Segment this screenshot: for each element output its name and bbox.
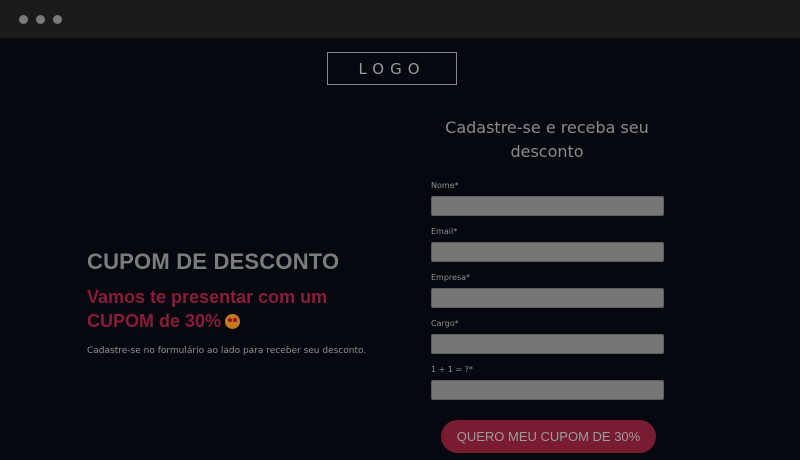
email-input[interactable]: [431, 242, 664, 262]
logo: LOGO: [327, 52, 457, 85]
window-close-dot-icon[interactable]: [19, 15, 28, 24]
subheadline-text: Vamos te presentar com um CUPOM de 30%: [87, 287, 328, 331]
name-input[interactable]: [431, 196, 664, 216]
company-label: Empresa*: [431, 273, 471, 282]
page-headline: CUPOM DE DESCONTO: [87, 249, 340, 274]
submit-coupon-button[interactable]: QUERO MEU CUPOM DE 30%: [441, 420, 656, 453]
window-maximize-dot-icon[interactable]: [53, 15, 62, 24]
captcha-input[interactable]: [431, 380, 664, 400]
form-title: Cadastre-se e receba seu desconto: [445, 118, 649, 161]
role-label: Cargo*: [431, 319, 459, 328]
company-input[interactable]: [431, 288, 664, 308]
window-minimize-dot-icon[interactable]: [36, 15, 45, 24]
captcha-label: 1 + 1 = ?*: [431, 365, 474, 374]
page-subheadline: Vamos te presentar com um CUPOM de 30%: [87, 285, 377, 333]
browser-titlebar: [0, 0, 800, 39]
name-label: Nome*: [431, 181, 459, 190]
page-description: Cadastre-se no formulário ao lado para r…: [87, 346, 367, 356]
role-input[interactable]: [431, 334, 664, 354]
email-label: Email*: [431, 227, 458, 236]
heart-eyes-emoji-icon: [225, 314, 241, 329]
